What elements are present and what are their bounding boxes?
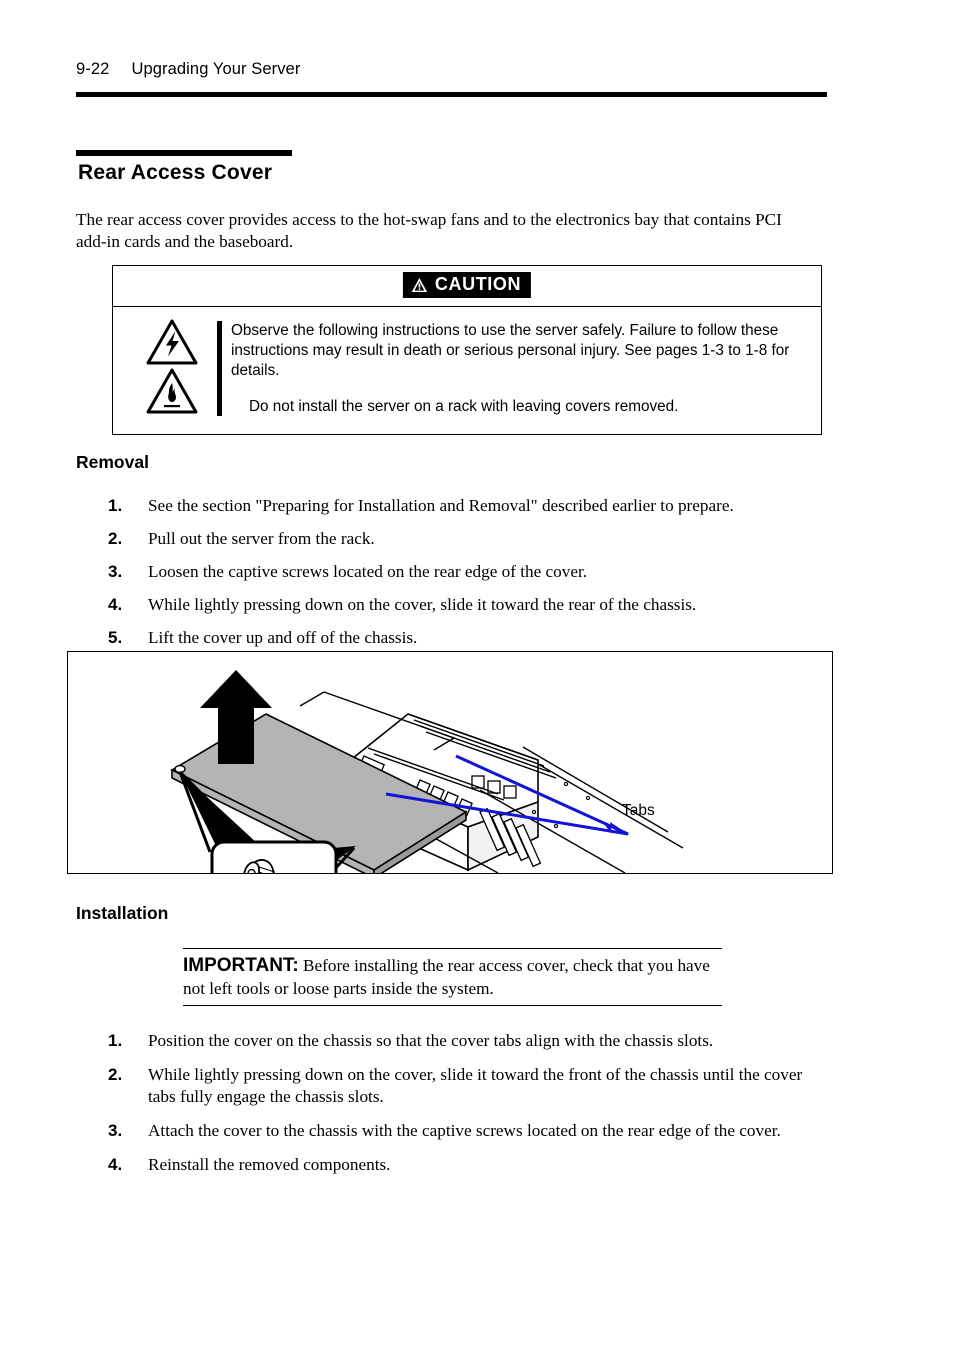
important-note-box: IMPORTANT: Before installing the rear ac… (183, 948, 722, 1006)
caution-box: CAUTION Observe the following instructio… (112, 265, 822, 435)
electric-shock-triangle-icon (146, 319, 202, 365)
step-number: 5. (108, 628, 123, 647)
list-item: 3. Attach the cover to the chassis with … (108, 1120, 816, 1142)
captive-screw-callout (210, 840, 338, 873)
step-text: Loosen the captive screws located on the… (148, 562, 588, 581)
list-item: 1. See the section "Preparing for Instal… (108, 495, 816, 517)
step-text: Reinstall the removed components. (148, 1155, 391, 1174)
caution-main-text: Observe the following instructions to us… (231, 322, 790, 380)
page-header: 9-22 Upgrading Your Server (76, 60, 836, 79)
removal-heading: Removal (76, 452, 149, 472)
step-text: Attach the cover to the chassis with the… (148, 1121, 781, 1140)
list-item: 2. While lightly pressing down on the co… (108, 1064, 816, 1108)
step-text: While lightly pressing down on the cover… (148, 1065, 803, 1106)
installation-heading: Installation (76, 903, 169, 923)
fire-hazard-triangle-icon (146, 368, 202, 414)
list-item: 4. While lightly pressing down on the co… (108, 594, 816, 616)
caution-label: CAUTION (434, 274, 522, 294)
step-number: 4. (108, 1155, 123, 1174)
server-cover-removal-illustration (170, 670, 684, 873)
step-text: Position the cover on the chassis so tha… (148, 1031, 714, 1050)
chapter-title: Upgrading Your Server (131, 60, 301, 78)
caution-note-text: Do not install the server on a rack with… (249, 397, 679, 415)
caution-header: CAUTION (113, 266, 821, 307)
installation-step-list: 1. Position the cover on the chassis so … (108, 1030, 816, 1188)
step-text: Lift the cover up and off of the chassis… (148, 628, 418, 647)
list-item: 5. Lift the cover up and off of the chas… (108, 627, 816, 649)
caution-badge: CAUTION (402, 272, 532, 298)
step-number: 3. (108, 562, 123, 581)
hazard-icon-group (146, 319, 202, 417)
step-number: 1. (108, 1031, 123, 1050)
caution-text-block: Observe the following instructions to us… (217, 321, 803, 417)
header-divider (76, 92, 827, 97)
page-number: 9-22 (76, 60, 110, 78)
figure-rear-access-cover (67, 651, 833, 874)
list-item: 1. Position the cover on the chassis so … (108, 1030, 816, 1052)
step-text: See the section "Preparing for Installat… (148, 496, 734, 515)
caution-body: Observe the following instructions to us… (113, 307, 821, 434)
step-number: 2. (108, 529, 123, 548)
section-title: Rear Access Cover (78, 161, 273, 184)
step-number: 2. (108, 1065, 123, 1084)
step-text: While lightly pressing down on the cover… (148, 595, 697, 614)
caution-accent-bar (217, 321, 222, 416)
section-intro-paragraph: The rear access cover provides access to… (76, 210, 782, 251)
section-title-bar (76, 150, 292, 156)
step-number: 4. (108, 595, 123, 614)
step-number: 3. (108, 1121, 123, 1140)
step-text: Pull out the server from the rack. (148, 529, 375, 548)
manual-page: 9-22 Upgrading Your Server Rear Access Co… (0, 0, 954, 1348)
important-note-text: IMPORTANT: Before installing the rear ac… (183, 955, 722, 1000)
important-keyword: IMPORTANT: (183, 955, 299, 976)
removal-step-list: 1. See the section "Preparing for Instal… (108, 495, 816, 660)
figure-callout-tabs-label: Tabs (622, 802, 655, 819)
list-item: 3. Loosen the captive screws located on … (108, 561, 816, 583)
warning-triangle-icon (411, 277, 428, 293)
list-item: 2. Pull out the server from the rack. (108, 528, 816, 550)
list-item: 4. Reinstall the removed components. (108, 1154, 816, 1176)
step-number: 1. (108, 496, 123, 515)
